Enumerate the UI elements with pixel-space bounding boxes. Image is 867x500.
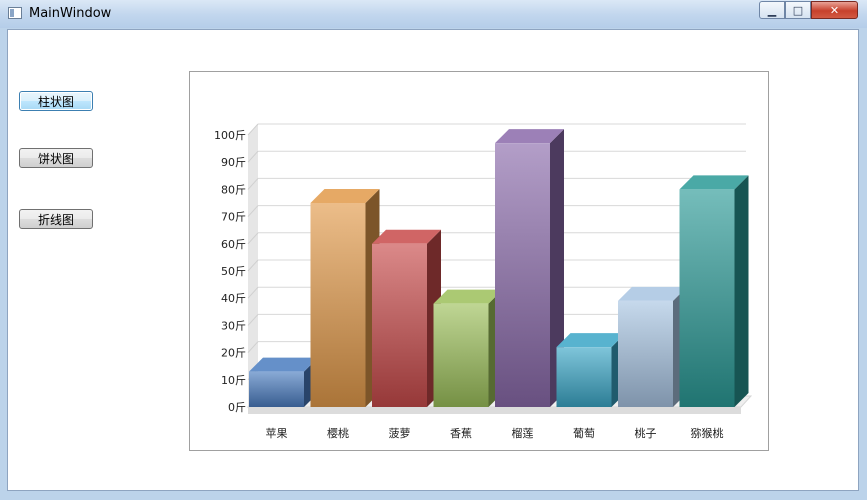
x-tick-label: 香蕉 — [450, 427, 472, 440]
minimize-button[interactable]: ▁ — [759, 1, 785, 19]
bar-chart: 0斤 10斤 20斤 30斤 40斤 50斤 60斤 70斤 80斤 90斤 100斤苹果 樱桃 菠萝 香… — [214, 123, 753, 440]
bar-side — [734, 175, 749, 407]
bar-chart-button[interactable]: 柱状图 — [19, 91, 93, 111]
x-tick-label: 榴莲 — [512, 426, 534, 440]
y-tick-label: 40斤 — [221, 292, 246, 305]
window-bottom-border — [0, 491, 867, 500]
bar — [310, 203, 366, 407]
x-tick-label: 桃子 — [635, 426, 657, 440]
bar — [495, 143, 550, 407]
y-tick-label: 30斤 — [221, 319, 246, 332]
bar — [618, 300, 673, 407]
y-tick-label: 0斤 — [228, 401, 246, 414]
y-tick-label: 20斤 — [221, 347, 246, 360]
window-title: MainWindow — [29, 6, 112, 21]
y-tick-label: 70斤 — [221, 211, 246, 224]
y-tick-label: 10斤 — [221, 374, 246, 387]
y-tick-label: 100斤 — [214, 129, 246, 142]
bar — [556, 347, 612, 407]
pie-chart-button[interactable]: 饼状图 — [19, 148, 93, 168]
x-tick-label: 樱桃 — [327, 426, 349, 440]
line-chart-button[interactable]: 折线图 — [19, 209, 93, 229]
maximize-icon: □ — [792, 3, 804, 17]
y-tick-label: 50斤 — [221, 265, 246, 278]
client-area: 柱状图 饼状图 折线图 0斤 10斤 20斤 30斤 40斤 50斤 60斤 70斤 80斤 90… — [7, 29, 859, 491]
title-bar[interactable]: MainWindow ▁ □ ✕ — [0, 0, 867, 28]
y-tick-label: 80斤 — [221, 183, 246, 196]
bar — [433, 303, 489, 407]
x-tick-label: 菠萝 — [389, 427, 411, 440]
main-window: MainWindow ▁ □ ✕ 柱状图 饼状图 折线图 0斤 10斤 20斤 30斤… — [0, 0, 867, 500]
app-icon — [8, 7, 22, 19]
close-button[interactable]: ✕ — [811, 1, 858, 19]
minimize-icon: ▁ — [767, 3, 777, 17]
bar — [249, 371, 304, 407]
x-tick-label: 苹果 — [266, 426, 288, 440]
x-tick-label: 猕猴桃 — [691, 426, 724, 440]
x-tick-label: 葡萄 — [573, 427, 595, 440]
y-tick-label: 90斤 — [221, 156, 246, 169]
maximize-button[interactable]: □ — [785, 1, 811, 19]
chart-panel: 0斤 10斤 20斤 30斤 40斤 50斤 60斤 70斤 80斤 90斤 100斤苹果 樱桃 菠萝 香… — [189, 71, 769, 451]
close-icon: ✕ — [829, 3, 840, 17]
chart-floor-edge — [248, 407, 741, 414]
bar — [679, 189, 735, 407]
y-tick-label: 60斤 — [221, 238, 246, 251]
bar — [372, 243, 427, 407]
